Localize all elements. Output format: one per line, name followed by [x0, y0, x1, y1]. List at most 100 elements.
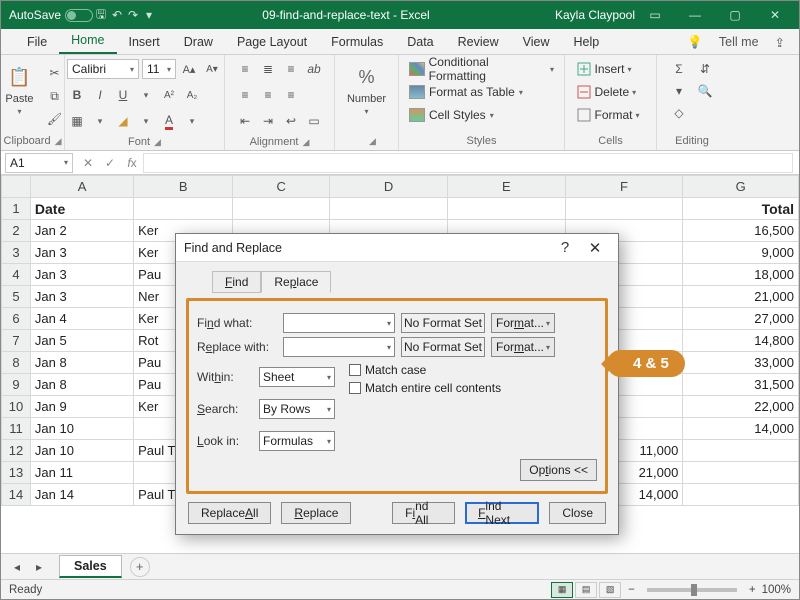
decrease-indent-icon[interactable]: ⇤ [235, 111, 255, 131]
shrink-font-icon[interactable]: A▾ [202, 59, 222, 79]
share-icon[interactable]: ⇪ [767, 31, 793, 54]
row-header[interactable]: 7 [2, 330, 31, 352]
format-as-table-button[interactable]: Format as Table▾ [407, 82, 525, 102]
cell[interactable] [683, 440, 799, 462]
row-header[interactable]: 8 [2, 352, 31, 374]
fx-icon[interactable]: fx [121, 152, 143, 174]
orientation-icon[interactable]: ab [304, 59, 324, 79]
replace-all-button[interactable]: Replace All [188, 502, 271, 524]
copy-icon[interactable]: ⧉ [45, 86, 65, 106]
find-format-button[interactable]: Format...▾ [491, 313, 555, 333]
col-header[interactable]: D [330, 176, 448, 198]
zoom-slider[interactable] [647, 588, 737, 592]
cell[interactable] [330, 198, 448, 220]
row-header[interactable]: 1 [2, 198, 31, 220]
cell[interactable] [565, 198, 683, 220]
tell-me-icon[interactable]: 💡 [679, 31, 711, 54]
replace-format-button[interactable]: Format...▾ [491, 337, 555, 357]
tab-replace[interactable]: ReplaceReplace [261, 271, 331, 293]
cell[interactable]: 31,500 [683, 374, 799, 396]
options-toggle-button[interactable]: Options << [520, 459, 597, 481]
zoom-out-button[interactable]: − [628, 584, 635, 596]
cell[interactable]: Jan 14 [30, 484, 133, 506]
row-header[interactable]: 2 [2, 220, 31, 242]
help-button[interactable]: ? [550, 236, 580, 260]
align-left-icon[interactable]: ≡ [235, 85, 255, 105]
merge-icon[interactable]: ▭ [304, 111, 324, 131]
row-header[interactable]: 6 [2, 308, 31, 330]
grow-font-icon[interactable]: A▴ [179, 59, 199, 79]
tell-me-label[interactable]: Tell me [711, 31, 767, 54]
superscript-icon[interactable]: A² [159, 85, 179, 105]
cell[interactable]: Date [30, 198, 133, 220]
col-header[interactable]: E [447, 176, 565, 198]
cell[interactable]: Jan 3 [30, 286, 133, 308]
chevron-down-icon[interactable]: ▾ [136, 85, 156, 105]
bold-button[interactable]: B [67, 85, 87, 105]
search-combo[interactable]: By Rows▾ [259, 399, 335, 419]
chevron-down-icon[interactable]: ▾ [136, 111, 156, 131]
cell[interactable]: 18,000 [683, 264, 799, 286]
tab-file[interactable]: File [15, 31, 59, 54]
row-header[interactable]: 14 [2, 484, 31, 506]
view-page-break-icon[interactable]: ▧ [599, 582, 621, 598]
sheet-tab-sales[interactable]: Sales [59, 555, 122, 578]
cell[interactable]: 16,500 [683, 220, 799, 242]
cell[interactable]: Jan 3 [30, 264, 133, 286]
autosum-icon[interactable]: Σ [669, 59, 689, 79]
insert-cells-button[interactable]: Insert▾ [577, 59, 635, 79]
replace-button[interactable]: Replace [281, 502, 351, 524]
font-size-combo[interactable]: 11▾ [142, 59, 176, 79]
view-normal-icon[interactable]: ▦ [551, 582, 573, 598]
lookin-combo[interactable]: Formulas▾ [259, 431, 335, 451]
sort-filter-icon[interactable]: ⇵ [695, 59, 715, 79]
row-header[interactable]: 4 [2, 264, 31, 286]
tab-review[interactable]: Review [446, 31, 511, 54]
cell[interactable] [447, 198, 565, 220]
tab-home[interactable]: Home [59, 29, 116, 54]
row-header[interactable]: 5 [2, 286, 31, 308]
cell[interactable] [683, 484, 799, 506]
cell[interactable]: 14,000 [683, 418, 799, 440]
cell[interactable]: 33,000 [683, 352, 799, 374]
italic-button[interactable]: I [90, 85, 110, 105]
cell[interactable]: 21,000 [683, 286, 799, 308]
col-header[interactable]: B [134, 176, 233, 198]
user-name[interactable]: Kayla Claypool [555, 8, 635, 22]
cell[interactable]: Jan 8 [30, 374, 133, 396]
clear-icon[interactable]: ◇ [669, 103, 689, 123]
redo-icon[interactable]: ↷ [125, 7, 141, 23]
font-color-icon[interactable]: A [159, 111, 179, 131]
dialog-launcher-icon[interactable]: ◢ [369, 136, 376, 147]
subscript-icon[interactable]: A₂ [182, 85, 202, 105]
dialog-launcher-icon[interactable]: ◢ [303, 137, 310, 148]
cell[interactable]: Total [683, 198, 799, 220]
ribbon-options-icon[interactable]: ▭ [635, 1, 675, 29]
sheet-nav-next-icon[interactable]: ▸ [29, 557, 49, 577]
align-right-icon[interactable]: ≡ [281, 85, 301, 105]
border-icon[interactable]: ▦ [67, 111, 87, 131]
align-top-icon[interactable]: ≡ [235, 59, 255, 79]
row-header[interactable]: 13 [2, 462, 31, 484]
name-box[interactable]: A1▾ [5, 153, 73, 173]
zoom-value[interactable]: 100% [762, 584, 791, 596]
col-header[interactable]: C [233, 176, 330, 198]
chevron-down-icon[interactable]: ▾ [90, 111, 110, 131]
close-button[interactable]: Close [549, 502, 606, 524]
wrap-text-icon[interactable]: ↩ [281, 111, 301, 131]
minimize-icon[interactable]: — [675, 1, 715, 29]
cell[interactable] [233, 198, 330, 220]
find-all-button[interactable]: Find All [392, 502, 455, 524]
row-header[interactable]: 11 [2, 418, 31, 440]
col-header[interactable]: A [30, 176, 133, 198]
cell[interactable]: Jan 10 [30, 418, 133, 440]
select-all-button[interactable] [2, 176, 31, 198]
row-header[interactable]: 12 [2, 440, 31, 462]
number-format-button[interactable]: % Number ▾ [348, 59, 386, 116]
close-icon[interactable]: ✕ [580, 236, 610, 260]
sheet-nav-prev-icon[interactable]: ◂ [7, 557, 27, 577]
format-cells-button[interactable]: Format▾ [577, 105, 643, 125]
col-header[interactable]: F [565, 176, 683, 198]
within-combo[interactable]: Sheet▾ [259, 367, 335, 387]
find-next-button[interactable]: Find Next [465, 502, 539, 524]
